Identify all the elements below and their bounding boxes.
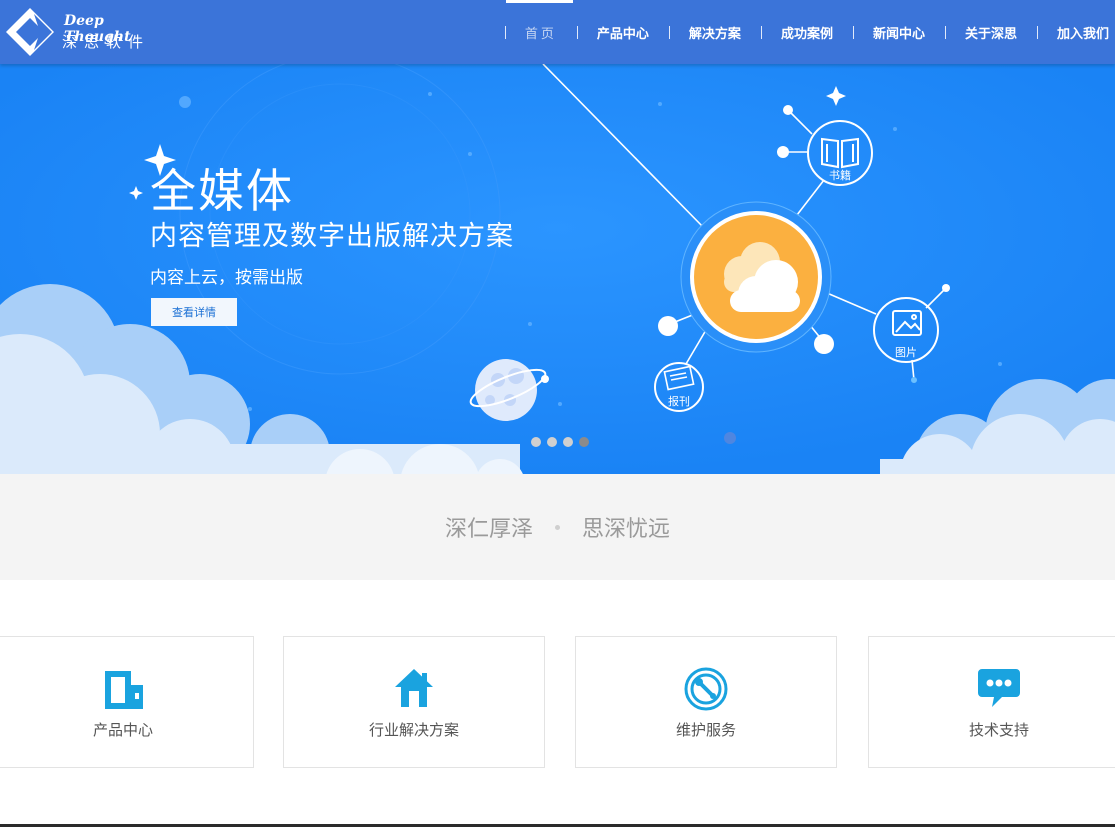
logo-diamond-icon <box>6 8 54 56</box>
hero-banner: 全媒体 内容管理及数字出版解决方案 内容上云，按需出版 查看详情 书籍 图片 报… <box>0 64 1115 474</box>
node-label-newspaper: 报刊 <box>668 395 690 408</box>
card-label: 技术支持 <box>968 721 1029 739</box>
slide-dot-3[interactable] <box>563 437 573 447</box>
slide-dot-1[interactable] <box>531 437 541 447</box>
house-icon <box>395 669 433 707</box>
nav-cases[interactable]: 成功案例 <box>760 0 853 64</box>
card-industry-solutions[interactable]: 行业解决方案 <box>283 636 545 768</box>
slide-dot-2[interactable] <box>547 437 557 447</box>
card-maintenance[interactable]: 维护服务 <box>575 636 837 768</box>
slogan-bar: 深仁厚泽 思深忧远 <box>0 474 1115 580</box>
card-label: 产品中心 <box>92 721 153 739</box>
nav-join[interactable]: 加入我们 <box>1036 0 1115 64</box>
nav-solutions[interactable]: 解决方案 <box>668 0 761 64</box>
node-label-books: 书籍 <box>829 169 851 182</box>
card-products[interactable]: 产品中心 <box>0 636 254 768</box>
slide-indicators <box>531 437 589 447</box>
view-details-button[interactable]: 查看详情 <box>151 298 237 326</box>
logo[interactable]: Deep Thought 深思软件 <box>4 6 174 58</box>
logo-chinese: 深思软件 <box>62 33 151 51</box>
site-header: Deep Thought 深思软件 首页 产品中心 解决方案 成功案例 新闻中心… <box>0 0 1115 64</box>
node-label-images: 图片 <box>895 346 917 359</box>
card-label: 维护服务 <box>675 721 736 739</box>
building-icon <box>105 671 143 709</box>
maintenance-icon <box>684 667 728 711</box>
slide-dot-4[interactable] <box>579 437 589 447</box>
card-label: 行业解决方案 <box>368 721 459 739</box>
banner-subtitle: 内容管理及数字出版解决方案 <box>150 221 514 252</box>
banner-tagline: 内容上云，按需出版 <box>150 268 303 288</box>
card-tech-support[interactable]: 技术支持 <box>868 636 1115 768</box>
nav-news[interactable]: 新闻中心 <box>852 0 945 64</box>
slogan-separator <box>555 524 560 530</box>
nav-products[interactable]: 产品中心 <box>576 0 669 64</box>
nav-home[interactable]: 首页 <box>504 0 577 64</box>
slogan-right: 思深忧远 <box>582 517 671 542</box>
main-nav: 首页 产品中心 解决方案 成功案例 新闻中心 关于深思 加入我们 <box>504 0 1115 64</box>
slogan-left: 深仁厚泽 <box>444 517 533 542</box>
chat-bubble-icon <box>978 669 1020 707</box>
nav-about[interactable]: 关于深思 <box>944 0 1037 64</box>
banner-title: 全媒体 <box>150 164 294 218</box>
